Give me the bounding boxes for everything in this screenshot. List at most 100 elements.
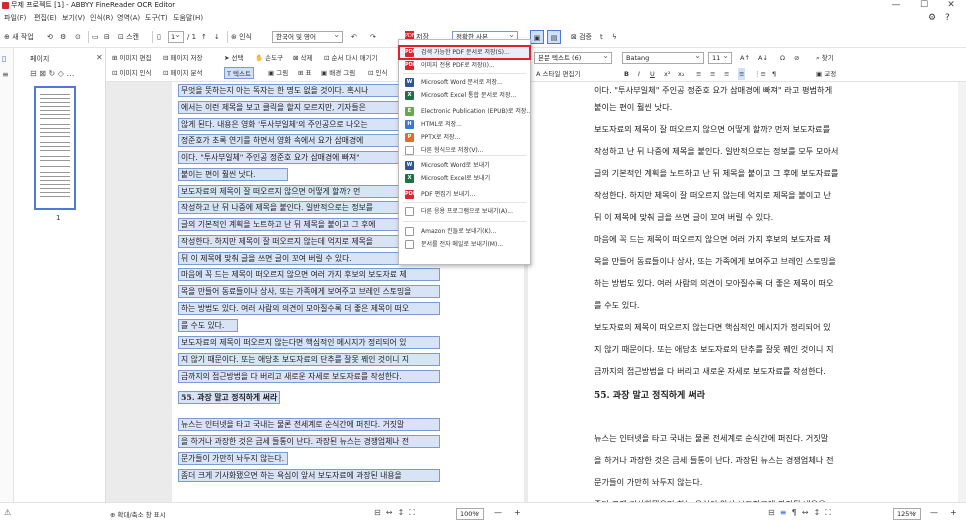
verify-button[interactable]: ⊠ 검증 xyxy=(571,26,592,48)
details-view-icon[interactable]: ⊠ xyxy=(39,69,46,78)
menu-view[interactable]: 보기(V) xyxy=(62,11,85,26)
close-icon[interactable]: ✕ xyxy=(96,53,103,62)
image-text-block-line[interactable]: 55. 과장 말고 정직하게 써라 xyxy=(178,391,280,404)
zoom-out-icon[interactable]: — xyxy=(494,508,502,517)
save-format-item[interactable]: Amazon 킨들로 보내기(K)... xyxy=(399,225,530,238)
align-right-icon[interactable]: ≡ xyxy=(724,68,729,80)
analyze-page-button[interactable]: ⊡ 페이지 분석 xyxy=(163,67,202,79)
image-text-block-line[interactable]: 지 않기 때문이다. 또는 애당초 보도자료의 단추를 잘못 꿰인 것이니 지 xyxy=(178,353,440,366)
open-file-icon[interactable]: ▭ xyxy=(92,26,99,48)
text-zoom-select[interactable]: 125% xyxy=(893,508,921,520)
list-icon[interactable]: ⋮≡ xyxy=(754,68,766,80)
paragraph-style-select[interactable]: 본문 텍스트 (6) xyxy=(534,52,612,64)
underline-icon[interactable]: U xyxy=(650,68,655,80)
image-text-block-line[interactable]: 금까지의 접근방법을 다 버리고 새로운 자세로 보도자료를 작성한다. xyxy=(178,370,440,383)
delete-area-button[interactable]: ⊠ 삭제 xyxy=(293,52,312,64)
menu-help[interactable]: 도움말(H) xyxy=(173,11,203,26)
fit-height-icon[interactable]: ↕ xyxy=(398,508,405,517)
recognize-image-button[interactable]: ⊡ 이미지 인식 xyxy=(112,67,151,79)
hand-tool-button[interactable]: ✋ 손도구 xyxy=(255,52,283,64)
save-format-item[interactable]: PDF 검색 가능한 PDF 문서로 저장(S)... xyxy=(398,45,531,60)
maximize-button[interactable]: ☐ xyxy=(911,0,937,11)
image-text-block-line[interactable]: 하는 방법도 있다. 여러 사람의 의견이 모아질수록 더 좋은 제목이 떠오 xyxy=(178,302,440,315)
table-area-button[interactable]: ⊞ 표 xyxy=(298,67,312,79)
expand-icon[interactable]: ⛶ xyxy=(825,508,831,517)
recognized-text-line[interactable]: 보도자료의 제목이 잘 떠오르지 않으면 어떻게 할까? 먼저 보도자료를 xyxy=(594,123,830,135)
pages-rail-icon[interactable]: ▯ xyxy=(2,54,6,63)
image-pane-toggle-icon[interactable]: ▣ xyxy=(530,30,544,44)
italic-icon[interactable]: I xyxy=(638,68,640,80)
recognized-text-line[interactable]: 금까지의 접근방법을 다 버리고 새로운 자세로 보도자료를 작성한다. xyxy=(594,365,826,377)
rotate-icon[interactable]: ↻ xyxy=(49,69,56,78)
previous-page-icon[interactable]: ↑ xyxy=(201,26,207,48)
menu-file[interactable]: 파일(F) xyxy=(4,11,26,26)
font-select[interactable]: Batang xyxy=(622,52,704,64)
save-format-item[interactable]: X Microsoft Excel로 보내기 xyxy=(399,172,530,185)
paragraph-mark-icon[interactable]: ¶ xyxy=(772,68,776,80)
text-pane-toggle-icon[interactable]: ▤ xyxy=(547,30,561,44)
menu-tools[interactable]: 도구(T) xyxy=(145,11,168,26)
height-icon[interactable]: ↕ xyxy=(814,508,821,517)
justify-icon[interactable]: ≡ xyxy=(738,68,746,80)
open-icon[interactable]: ⟲ xyxy=(47,26,53,48)
save-format-item[interactable]: X Microsoft Excel 통합 문서로 저장... xyxy=(399,89,530,102)
text-zoom-out-icon[interactable]: — xyxy=(930,508,938,517)
text-zoom-in-icon[interactable]: + xyxy=(950,508,957,517)
recognized-text-line[interactable]: 보도자료의 제목이 떠오르지 않는다면 핵심적인 메시지가 정리되어 있 xyxy=(594,321,831,333)
image-text-block-line[interactable]: 목을 만들어 동료들이나 상사, 또는 가족에게 보여주고 브레인 스토밍을 xyxy=(178,285,440,298)
menu-recognize[interactable]: 인식(R) xyxy=(90,11,113,26)
save-format-item[interactable]: 다른 응용 프로그램으로 보내기(A)... xyxy=(399,205,530,218)
close-button[interactable]: ✕ xyxy=(938,0,964,11)
shrink-font-icon[interactable]: A↓ xyxy=(758,52,768,64)
settings-gear-icon[interactable]: ⚙ xyxy=(60,26,66,48)
scan-button[interactable]: ⊡ 스캔 xyxy=(118,26,139,48)
text-pane-scrollbar[interactable] xyxy=(958,82,966,502)
zoom-panel-toggle[interactable]: ⊕ 확대/축소 창 표시 xyxy=(110,509,166,519)
image-edit-button[interactable]: ⊞ 이미지 편집 xyxy=(112,52,151,64)
zoom-in-icon[interactable]: + xyxy=(514,508,521,517)
image-text-block-line[interactable]: 붙이는 편이 훨씬 낫다. xyxy=(178,168,288,181)
save-format-item[interactable]: W Microsoft Word로 보내기 xyxy=(399,159,530,172)
settings-icon[interactable]: ⚙ xyxy=(928,11,936,26)
page-thumbnail[interactable] xyxy=(34,86,76,210)
undo-icon[interactable]: ↶ xyxy=(351,26,357,48)
next-page-icon[interactable]: ↓ xyxy=(214,26,220,48)
save-format-item[interactable]: PDF 이미지 전용 PDF로 저장(I)... xyxy=(399,59,530,72)
new-task-button[interactable]: ⊕ 새 작업 xyxy=(4,26,34,48)
width-icon[interactable]: ↔ xyxy=(802,508,809,517)
link-icon[interactable]: ⊘ xyxy=(794,52,799,64)
image-text-block-line[interactable]: 문가들이 가만히 놔두지 않는다. xyxy=(178,452,288,465)
language-select[interactable]: 한국어 및 영어 xyxy=(272,31,343,43)
image-text-block-line[interactable]: 뉴스는 인터넷을 타고 국내는 물론 전세계로 순식간에 퍼진다. 거짓말 xyxy=(178,418,440,431)
bold-icon[interactable]: B xyxy=(624,68,629,80)
reorder-button[interactable]: ⊡ 순서 다시 매기기 xyxy=(324,52,378,64)
image-text-block-line[interactable]: 보도자료의 제목이 떠오르지 않는다면 핵심적인 메시지가 정리되어 있 xyxy=(178,336,440,349)
fit-page-icon[interactable]: ⊟ xyxy=(768,508,775,517)
page-number-input[interactable]: 1 xyxy=(168,31,184,43)
image-text-block-line[interactable]: 을 하거나 과장한 것은 금세 들통이 난다. 과장된 뉴스는 경쟁업체나 전 xyxy=(178,435,440,448)
recognized-text-line[interactable]: 를 수도 있다. xyxy=(594,299,639,311)
save-format-item[interactable]: E Electronic Publication (EPUB)로 저장... xyxy=(399,105,530,118)
image-text-block-line[interactable]: 마음에 꼭 드는 제목이 떠오르지 않으면 여러 가지 후보의 보도자료 제 xyxy=(178,268,440,281)
text-tool-icon[interactable]: t xyxy=(600,26,603,48)
save-format-item[interactable]: 문서를 전자 메일로 보내기(M)... xyxy=(399,238,530,251)
background-picture-button[interactable]: ▣ 배경 그림 xyxy=(321,67,355,79)
pin-icon[interactable]: ϟ xyxy=(612,26,617,48)
subscript-icon[interactable]: x₂ xyxy=(678,68,684,80)
align-left-icon[interactable]: ≡ xyxy=(696,68,701,80)
list-rail-icon[interactable]: ≡ xyxy=(2,70,9,79)
select-tool-button[interactable]: ➤ 선택 xyxy=(224,52,243,64)
menu-area[interactable]: 영역(A) xyxy=(117,11,140,26)
show-marks-icon[interactable]: ¶ xyxy=(792,508,797,517)
recognized-text-line[interactable]: 글의 기본적인 계획을 노트하고 난 뒤 제목을 붙이고 그 후에 보도자료를 xyxy=(594,167,838,179)
text-area-button[interactable]: T 텍스트 xyxy=(224,67,254,79)
save-format-item[interactable]: PDF PDF 편집기 보내기... xyxy=(399,188,530,201)
recognized-text-line[interactable]: 하는 방법도 있다. 여러 사람의 의견이 모아질수록 더 좋은 제목이 떠오 xyxy=(594,277,834,289)
grow-font-icon[interactable]: A↑ xyxy=(740,52,750,64)
thumbnail-view-icon[interactable]: ⊟ xyxy=(30,69,37,78)
section-heading[interactable]: 55. 과장 말고 정직하게 써라 xyxy=(594,388,705,401)
new-document-icon[interactable]: ⊙ xyxy=(75,26,81,48)
image-zoom-select[interactable]: 100% xyxy=(456,508,484,520)
recognized-text-line[interactable]: 이다. "투사부일체" 주인공 정준호 요가 삼매경에 빠져" 라고 평범하게 xyxy=(594,84,832,96)
save-format-item[interactable]: 다른 형식으로 저장(V)... xyxy=(399,144,530,157)
